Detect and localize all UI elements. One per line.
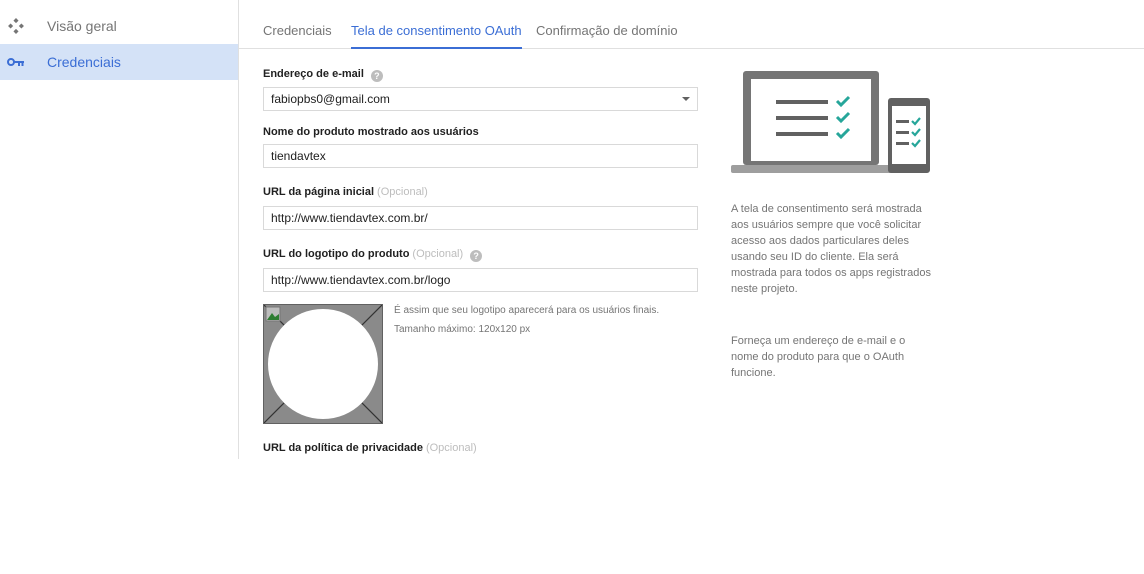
tab-domain-verification[interactable]: Confirmação de domínio bbox=[536, 0, 678, 48]
caret-down-icon bbox=[682, 97, 690, 101]
email-label: Endereço de e-mail? bbox=[263, 68, 383, 82]
logo-size-hint: Tamanho máximo: 120x120 px bbox=[394, 324, 531, 335]
optional-tag: (Opcional) bbox=[377, 186, 428, 198]
key-icon bbox=[6, 52, 26, 72]
homepage-url-input[interactable] bbox=[263, 206, 698, 230]
product-name-input[interactable] bbox=[263, 144, 698, 168]
sidebar-item-credentials[interactable]: Credenciais bbox=[0, 44, 238, 80]
product-name-label: Nome do produto mostrado aos usuários bbox=[263, 126, 479, 138]
logo-url-label-text: URL do logotipo do produto bbox=[263, 248, 410, 260]
optional-tag: (Opcional) bbox=[412, 248, 464, 260]
help-icon[interactable]: ? bbox=[470, 250, 483, 262]
logo-preview bbox=[263, 304, 383, 424]
privacy-label-text: URL da política de privacidade bbox=[263, 442, 423, 454]
tab-credentials[interactable]: Credenciais bbox=[263, 0, 332, 48]
homepage-label-text: URL da página inicial bbox=[263, 186, 375, 198]
optional-tag: (Opcional) bbox=[425, 442, 477, 454]
broken-image-icon bbox=[264, 305, 382, 423]
sidebar: Visão geral Credenciais bbox=[0, 0, 239, 459]
sidebar-item-label: Credenciais bbox=[47, 54, 121, 70]
help-icon[interactable]: ? bbox=[370, 70, 383, 82]
email-select[interactable]: fabiopbs0@gmail.com bbox=[263, 87, 698, 111]
sidebar-item-overview[interactable]: Visão geral bbox=[0, 8, 238, 44]
tab-oauth-consent[interactable]: Tela de consentimento OAuth bbox=[351, 0, 522, 49]
consent-illustration bbox=[731, 71, 931, 175]
consent-info-text: A tela de consentimento será mostrada ao… bbox=[731, 203, 931, 295]
logo-url-label: URL do logotipo do produto (Opcional)? bbox=[263, 248, 483, 262]
consent-requirement-text: Forneça um endereço de e-mail e o nome d… bbox=[731, 335, 906, 379]
sidebar-item-label: Visão geral bbox=[47, 18, 117, 34]
logo-hint: É assim que seu logotipo aparecerá para … bbox=[394, 305, 660, 316]
overview-icon bbox=[6, 16, 26, 36]
email-select-value: fabiopbs0@gmail.com bbox=[271, 92, 390, 106]
homepage-label: URL da página inicial (Opcional) bbox=[263, 186, 428, 198]
tab-bar: Credenciais Tela de consentimento OAuth … bbox=[239, 0, 1144, 49]
privacy-url-label: URL da política de privacidade (Opcional) bbox=[263, 442, 477, 454]
email-label-text: Endereço de e-mail bbox=[263, 68, 364, 80]
logo-url-input[interactable] bbox=[263, 268, 698, 292]
